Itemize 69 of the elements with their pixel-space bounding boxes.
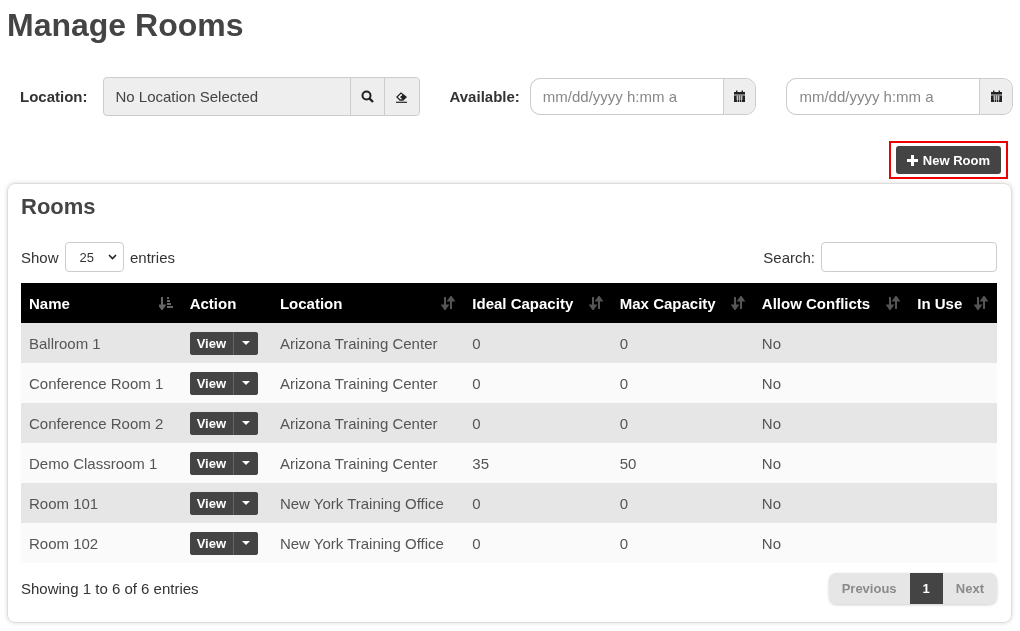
- view-button[interactable]: View: [189, 491, 235, 515]
- allow-conflicts-cell: No: [753, 323, 910, 363]
- eraser-icon: [395, 90, 408, 103]
- chevron-icon: [108, 254, 117, 260]
- search-field[interactable]: [821, 242, 997, 272]
- name-cell: Room 101: [21, 483, 182, 523]
- caret-icon: [242, 381, 251, 385]
- max-capacity-cell: 0: [611, 323, 754, 363]
- max-capacity-cell: 0: [611, 363, 754, 403]
- name-cell: Room 102: [21, 523, 182, 563]
- column-header[interactable]: Action: [181, 283, 272, 323]
- max-capacity-cell: 0: [611, 523, 754, 563]
- panel-title: Rooms: [21, 194, 97, 220]
- calendar-icon: [989, 90, 1003, 103]
- caret-icon: [242, 461, 251, 465]
- allow-conflicts-cell: No: [753, 523, 910, 563]
- location-cell: Arizona Training Center: [271, 363, 465, 403]
- column-header[interactable]: Location: [271, 283, 465, 323]
- column-header[interactable]: Name: [21, 283, 182, 323]
- pagination-button[interactable]: 1: [909, 573, 943, 604]
- new-room-button[interactable]: New Room: [895, 146, 1001, 174]
- page-size-select[interactable]: 25: [64, 242, 124, 272]
- entries-info: Showing 1 to 6 of 6 entries: [21, 580, 199, 597]
- caret-icon: [242, 341, 251, 345]
- allow-conflicts-cell: No: [753, 443, 910, 483]
- name-cell: Ballroom 1: [21, 323, 182, 363]
- column-header[interactable]: In Use: [909, 283, 997, 323]
- location-cell: Arizona Training Center: [271, 323, 465, 363]
- allow-conflicts-cell: No: [753, 403, 910, 443]
- date-field[interactable]: mm/dd/yyyy h:mm a: [530, 79, 724, 114]
- search-icon: [360, 90, 374, 103]
- max-capacity-cell: 0: [611, 483, 754, 523]
- caret-icon: [242, 501, 251, 505]
- column-header[interactable]: Allow Conflicts: [753, 283, 910, 323]
- column-header[interactable]: Ideal Capacity: [464, 283, 612, 323]
- ideal-capacity-cell: 35: [464, 443, 612, 483]
- location-cell: New York Training Office: [271, 483, 465, 523]
- max-capacity-cell: 0: [611, 403, 754, 443]
- name-cell: Demo Classroom 1: [21, 443, 182, 483]
- page-title: Manage Rooms: [7, 6, 245, 44]
- show-label: Show: [21, 248, 59, 266]
- location-cell: Arizona Training Center: [271, 403, 465, 443]
- view-button[interactable]: View: [189, 411, 235, 435]
- search-label: Search:: [763, 248, 815, 266]
- ideal-capacity-cell: 0: [464, 523, 612, 563]
- entries-label: entries: [130, 248, 176, 266]
- caret-icon: [242, 421, 251, 425]
- caret-icon: [242, 541, 251, 545]
- ideal-capacity-cell: 0: [464, 483, 612, 523]
- ideal-capacity-cell: 0: [464, 363, 612, 403]
- allow-conflicts-cell: No: [753, 483, 910, 523]
- column-header[interactable]: Max Capacity: [611, 283, 754, 323]
- ideal-capacity-cell: 0: [464, 323, 612, 363]
- view-button[interactable]: View: [189, 371, 235, 395]
- view-button[interactable]: View: [189, 531, 235, 555]
- view-button[interactable]: View: [189, 451, 235, 475]
- name-cell: Conference Room 1: [21, 363, 182, 403]
- available-label: Available:: [449, 88, 520, 105]
- location-cell: New York Training Office: [271, 523, 465, 563]
- calendar-icon: [733, 90, 747, 103]
- ideal-capacity-cell: 0: [464, 403, 612, 443]
- date-field[interactable]: mm/dd/yyyy h:mm a: [787, 79, 981, 114]
- name-cell: Conference Room 2: [21, 403, 182, 443]
- location-label: Location:: [20, 88, 88, 105]
- view-button[interactable]: View: [189, 331, 235, 355]
- allow-conflicts-cell: No: [753, 363, 910, 403]
- location-cell: Arizona Training Center: [271, 443, 465, 483]
- max-capacity-cell: 50: [611, 443, 754, 483]
- plus-icon: [906, 154, 918, 166]
